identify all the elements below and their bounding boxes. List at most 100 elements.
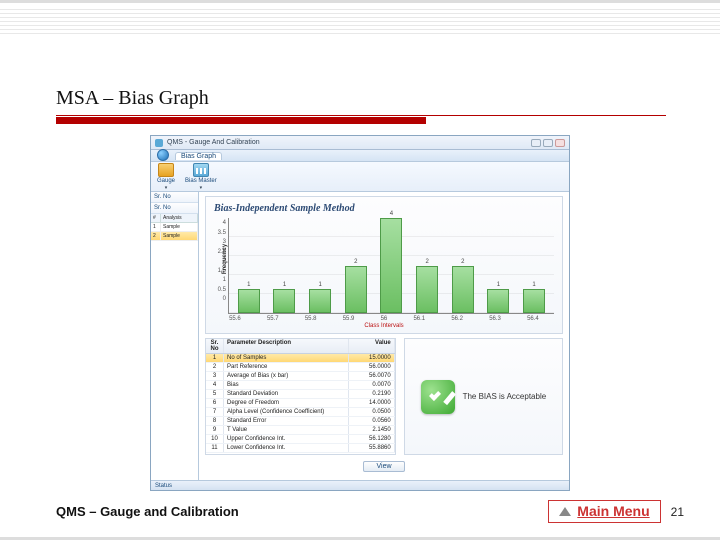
x-axis-ticks: 55.655.755.855.95656.156.256.356.4	[214, 314, 554, 322]
table-row[interactable]: 2Part Reference56.0000	[206, 363, 395, 372]
table-row[interactable]: 1No of Samples15.0000	[206, 354, 395, 363]
chart-bar: 1	[523, 289, 545, 313]
statusbar: Status	[151, 480, 569, 490]
bar-value-label: 2	[417, 259, 437, 265]
table-row[interactable]: 4Bias0.0070	[206, 381, 395, 390]
cell-sr: 8	[206, 417, 224, 425]
app-orb-button[interactable]	[157, 149, 169, 161]
bar-chart-icon	[193, 163, 209, 177]
ribbon-tab-bias-graph[interactable]: Bias Graph	[175, 152, 222, 160]
table-row[interactable]: 6Degree of Freedom14.0000	[206, 399, 395, 408]
table-row[interactable]: 11Lower Confidence Int.55.8860	[206, 444, 395, 453]
maximize-button[interactable]	[543, 139, 553, 147]
table-row[interactable]: 3Average of Bias (x bar)56.0070	[206, 372, 395, 381]
sidebar-tab-1[interactable]: Sr. No	[151, 192, 198, 203]
y-tick: 1	[223, 277, 226, 283]
chart-bar: 2	[452, 266, 474, 314]
cell-desc: Average of Bias (x bar)	[224, 372, 349, 380]
chart-bar: 1	[487, 289, 509, 313]
main-menu-button[interactable]: Main Menu	[548, 500, 660, 523]
x-tick: 55.7	[267, 316, 279, 322]
x-tick: 56.3	[489, 316, 501, 322]
x-tick: 56.4	[527, 316, 539, 322]
cell-val: 56.0000	[349, 363, 395, 371]
cell-desc: Lower Confidence Int.	[224, 444, 349, 452]
cell-sr: 3	[206, 372, 224, 380]
gauge-icon	[158, 163, 174, 177]
checkmark-icon	[421, 380, 455, 414]
sidebar: Sr. No Sr. No # Analysis 1 Sample 2 Samp…	[151, 192, 199, 480]
up-arrow-icon	[559, 507, 571, 516]
app-icon	[155, 139, 163, 147]
cell-sr: 9	[206, 426, 224, 434]
x-tick: 56	[381, 316, 388, 322]
cell-sr: 5	[206, 390, 224, 398]
minimize-button[interactable]	[531, 139, 541, 147]
table-row[interactable]: 8Standard Error0.0560	[206, 417, 395, 426]
cell-val: 15.0000	[349, 354, 395, 362]
sidebar-tab-2[interactable]: Sr. No	[151, 203, 198, 214]
x-tick: 55.8	[305, 316, 317, 322]
footer-title: QMS – Gauge and Calibration	[56, 504, 239, 519]
ribbon: Bias Graph	[151, 150, 569, 162]
cell-val: 14.0000	[349, 399, 395, 407]
bar-value-label: 4	[381, 211, 401, 217]
table-row[interactable]: 10Upper Confidence Int.56.1280	[206, 435, 395, 444]
cell-val: 55.8860	[349, 444, 395, 452]
sidebar-row[interactable]: 2 Sample	[151, 232, 198, 241]
bar-value-label: 1	[274, 282, 294, 288]
cell-desc: Upper Confidence Int.	[224, 435, 349, 443]
page-number: 21	[671, 505, 684, 519]
toolbar: Gauge ▾ Bias Master ▾	[151, 162, 569, 192]
x-axis-label: Class Intervals	[214, 323, 554, 329]
y-tick: 4	[223, 220, 226, 226]
table-row[interactable]: 5Standard Deviation0.2190	[206, 390, 395, 399]
cell-desc: T Value	[224, 426, 349, 434]
parameter-table: Sr. No Parameter Description Value 1No o…	[205, 338, 396, 455]
content-pane: Bias-Independent Sample Method Frequency…	[199, 192, 569, 480]
col-desc: Parameter Description	[224, 339, 349, 353]
y-tick: 0.5	[218, 287, 226, 293]
chevron-down-icon: ▾	[200, 185, 203, 191]
slide-title: MSA – Bias Graph	[56, 87, 209, 110]
cell-val: 56.1280	[349, 435, 395, 443]
cell-val: 2.1450	[349, 426, 395, 434]
bar-value-label: 1	[488, 282, 508, 288]
tool-bias-label: Bias Master	[185, 178, 217, 184]
verdict-panel: The BIAS is Acceptable	[404, 338, 563, 455]
chart-bar: 1	[273, 289, 295, 313]
chart-bar: 2	[416, 266, 438, 314]
chart-bar: 4	[380, 218, 402, 313]
cell-sr: 7	[206, 408, 224, 416]
cell-val: 0.0500	[349, 408, 395, 416]
view-button[interactable]: View	[363, 461, 404, 472]
x-tick: 55.6	[229, 316, 241, 322]
y-tick: 3.5	[218, 230, 226, 236]
cell-sr: 1	[206, 354, 224, 362]
chart-card: Bias-Independent Sample Method Frequency…	[205, 196, 563, 334]
col-val: Value	[349, 339, 395, 353]
cell-desc: Standard Deviation	[224, 390, 349, 398]
bar-value-label: 1	[239, 282, 259, 288]
cell-sr: 2	[206, 363, 224, 371]
table-row[interactable]: 9T Value2.1450	[206, 426, 395, 435]
chart-bar: 1	[238, 289, 260, 313]
tool-gauge[interactable]: Gauge ▾	[157, 163, 175, 191]
cell-val: 0.0070	[349, 381, 395, 389]
tool-bias-master[interactable]: Bias Master ▾	[185, 163, 217, 191]
cell-val: 56.0070	[349, 372, 395, 380]
cell-sr: 10	[206, 435, 224, 443]
col-sr: Sr. No	[206, 339, 224, 353]
bar-value-label: 2	[453, 259, 473, 265]
table-row[interactable]: 7Alpha Level (Confidence Coefficient)0.0…	[206, 408, 395, 417]
verdict-text: The BIAS is Acceptable	[463, 392, 547, 401]
sidebar-col-n: #	[151, 214, 161, 222]
y-tick: 0	[223, 296, 226, 302]
bar-value-label: 2	[346, 259, 366, 265]
x-tick: 56.1	[413, 316, 425, 322]
cell-val: 0.2190	[349, 390, 395, 398]
close-button[interactable]	[555, 139, 565, 147]
cell-desc: Standard Error	[224, 417, 349, 425]
sidebar-row[interactable]: 1 Sample	[151, 223, 198, 232]
bar-value-label: 1	[524, 282, 544, 288]
